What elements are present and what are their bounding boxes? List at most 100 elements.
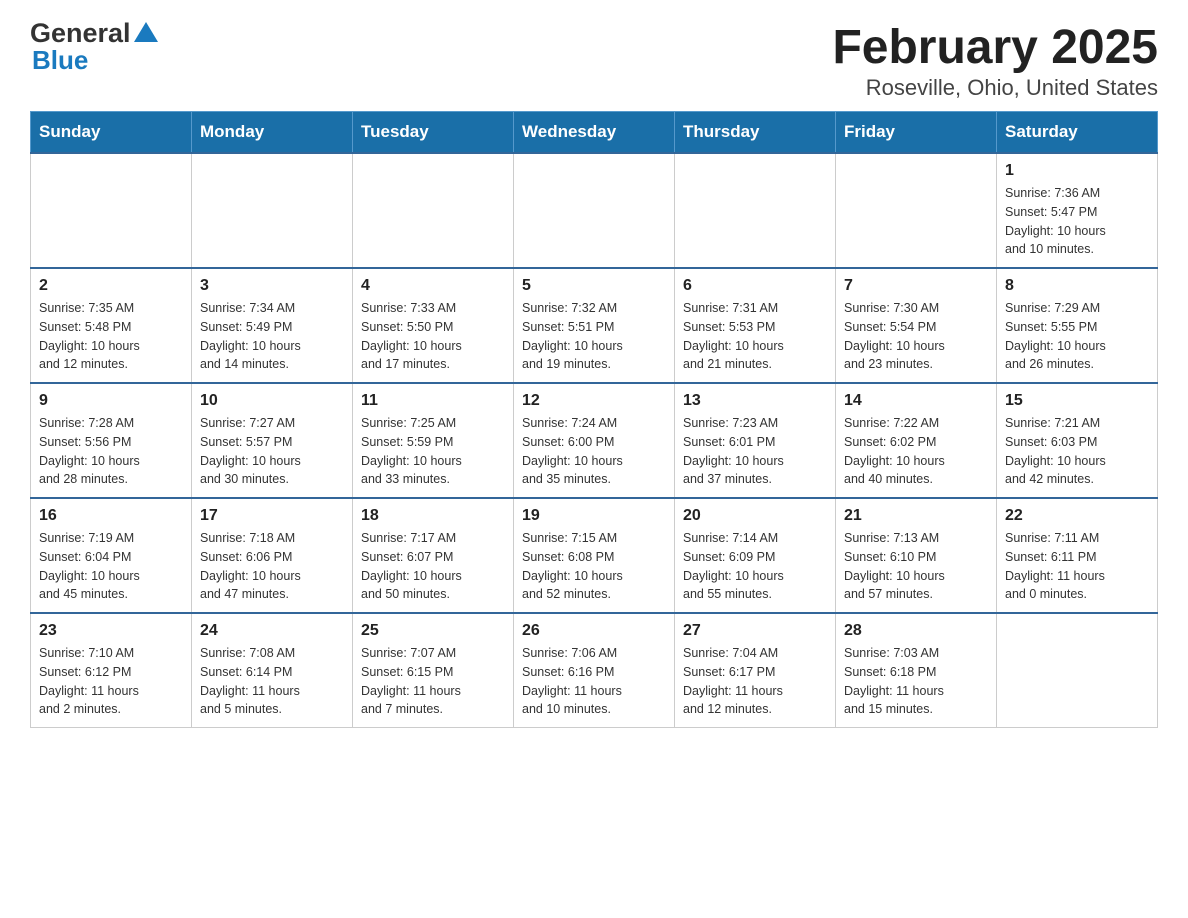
calendar-day-cell: 28Sunrise: 7:03 AM Sunset: 6:18 PM Dayli… (836, 613, 997, 728)
day-info: Sunrise: 7:13 AM Sunset: 6:10 PM Dayligh… (844, 529, 988, 604)
day-info: Sunrise: 7:10 AM Sunset: 6:12 PM Dayligh… (39, 644, 183, 719)
calendar-day-cell (192, 153, 353, 268)
day-info: Sunrise: 7:32 AM Sunset: 5:51 PM Dayligh… (522, 299, 666, 374)
day-info: Sunrise: 7:22 AM Sunset: 6:02 PM Dayligh… (844, 414, 988, 489)
day-info: Sunrise: 7:34 AM Sunset: 5:49 PM Dayligh… (200, 299, 344, 374)
calendar-day-cell (31, 153, 192, 268)
day-number: 16 (39, 507, 183, 525)
day-info: Sunrise: 7:07 AM Sunset: 6:15 PM Dayligh… (361, 644, 505, 719)
day-number: 7 (844, 277, 988, 295)
day-info: Sunrise: 7:04 AM Sunset: 6:17 PM Dayligh… (683, 644, 827, 719)
day-number: 13 (683, 392, 827, 410)
calendar-day-cell: 11Sunrise: 7:25 AM Sunset: 5:59 PM Dayli… (353, 383, 514, 498)
day-info: Sunrise: 7:33 AM Sunset: 5:50 PM Dayligh… (361, 299, 505, 374)
calendar-day-cell: 1 Sunrise: 7:36 AM Sunset: 5:47 PM Daylig… (997, 153, 1158, 268)
calendar-day-cell: 13 Sunrise: 7:23 AM Sunset: 6:01 PM Dayli… (675, 383, 836, 498)
calendar-day-cell: 12Sunrise: 7:24 AM Sunset: 6:00 PM Dayli… (514, 383, 675, 498)
calendar-day-cell: 5 Sunrise: 7:32 AM Sunset: 5:51 PM Daylig… (514, 268, 675, 383)
calendar-day-cell (353, 153, 514, 268)
day-number: 1 (1005, 162, 1149, 180)
calendar-day-cell: 8 Sunrise: 7:29 AM Sunset: 5:55 PM Daylig… (997, 268, 1158, 383)
day-number: 27 (683, 622, 827, 640)
calendar-day-cell: 22Sunrise: 7:11 AM Sunset: 6:11 PM Dayli… (997, 498, 1158, 613)
calendar-week-3: 9Sunrise: 7:28 AM Sunset: 5:56 PM Daylig… (31, 383, 1158, 498)
page-header: General Blue February 2025 Roseville, Oh… (30, 20, 1158, 101)
title-block: February 2025 Roseville, Ohio, United St… (832, 20, 1158, 101)
calendar-day-cell: 15 Sunrise: 7:21 AM Sunset: 6:03 PM Dayli… (997, 383, 1158, 498)
calendar-header-wednesday: Wednesday (514, 112, 675, 154)
day-info: Sunrise: 7:21 AM Sunset: 6:03 PM Dayligh… (1005, 414, 1149, 489)
day-info: Sunrise: 7:29 AM Sunset: 5:55 PM Dayligh… (1005, 299, 1149, 374)
calendar-week-2: 2 Sunrise: 7:35 AM Sunset: 5:48 PM Daylig… (31, 268, 1158, 383)
day-info: Sunrise: 7:14 AM Sunset: 6:09 PM Dayligh… (683, 529, 827, 604)
day-info: Sunrise: 7:36 AM Sunset: 5:47 PM Dayligh… (1005, 184, 1149, 259)
logo-general-text: General (30, 20, 131, 47)
calendar-header-row: SundayMondayTuesdayWednesdayThursdayFrid… (31, 112, 1158, 154)
day-info: Sunrise: 7:17 AM Sunset: 6:07 PM Dayligh… (361, 529, 505, 604)
calendar-day-cell: 16 Sunrise: 7:19 AM Sunset: 6:04 PM Dayli… (31, 498, 192, 613)
day-number: 23 (39, 622, 183, 640)
calendar-header-monday: Monday (192, 112, 353, 154)
calendar-week-1: 1 Sunrise: 7:36 AM Sunset: 5:47 PM Daylig… (31, 153, 1158, 268)
day-number: 9 (39, 392, 183, 410)
day-number: 18 (361, 507, 505, 525)
calendar-day-cell: 23 Sunrise: 7:10 AM Sunset: 6:12 PM Dayli… (31, 613, 192, 728)
calendar-day-cell (514, 153, 675, 268)
day-info: Sunrise: 7:08 AM Sunset: 6:14 PM Dayligh… (200, 644, 344, 719)
day-info: Sunrise: 7:15 AM Sunset: 6:08 PM Dayligh… (522, 529, 666, 604)
calendar-day-cell: 24 Sunrise: 7:08 AM Sunset: 6:14 PM Dayli… (192, 613, 353, 728)
day-number: 17 (200, 507, 344, 525)
day-number: 6 (683, 277, 827, 295)
day-info: Sunrise: 7:35 AM Sunset: 5:48 PM Dayligh… (39, 299, 183, 374)
calendar-day-cell (997, 613, 1158, 728)
calendar-day-cell: 25Sunrise: 7:07 AM Sunset: 6:15 PM Dayli… (353, 613, 514, 728)
logo: General Blue (30, 20, 158, 73)
calendar-day-cell: 10 Sunrise: 7:27 AM Sunset: 5:57 PM Dayli… (192, 383, 353, 498)
page-title: February 2025 (832, 20, 1158, 75)
calendar-day-cell: 18 Sunrise: 7:17 AM Sunset: 6:07 PM Dayli… (353, 498, 514, 613)
day-info: Sunrise: 7:31 AM Sunset: 5:53 PM Dayligh… (683, 299, 827, 374)
day-number: 22 (1005, 507, 1149, 525)
calendar-header-saturday: Saturday (997, 112, 1158, 154)
day-info: Sunrise: 7:25 AM Sunset: 5:59 PM Dayligh… (361, 414, 505, 489)
calendar-day-cell (836, 153, 997, 268)
day-info: Sunrise: 7:18 AM Sunset: 6:06 PM Dayligh… (200, 529, 344, 604)
day-number: 12 (522, 392, 666, 410)
calendar-day-cell: 3 Sunrise: 7:34 AM Sunset: 5:49 PM Daylig… (192, 268, 353, 383)
day-number: 14 (844, 392, 988, 410)
calendar-day-cell: 9Sunrise: 7:28 AM Sunset: 5:56 PM Daylig… (31, 383, 192, 498)
calendar-day-cell: 20 Sunrise: 7:14 AM Sunset: 6:09 PM Dayli… (675, 498, 836, 613)
day-info: Sunrise: 7:03 AM Sunset: 6:18 PM Dayligh… (844, 644, 988, 719)
day-number: 19 (522, 507, 666, 525)
day-number: 10 (200, 392, 344, 410)
calendar-day-cell: 21 Sunrise: 7:13 AM Sunset: 6:10 PM Dayli… (836, 498, 997, 613)
calendar-header-sunday: Sunday (31, 112, 192, 154)
calendar-day-cell: 19 Sunrise: 7:15 AM Sunset: 6:08 PM Dayli… (514, 498, 675, 613)
calendar-header-tuesday: Tuesday (353, 112, 514, 154)
day-number: 5 (522, 277, 666, 295)
day-info: Sunrise: 7:06 AM Sunset: 6:16 PM Dayligh… (522, 644, 666, 719)
calendar-week-4: 16 Sunrise: 7:19 AM Sunset: 6:04 PM Dayli… (31, 498, 1158, 613)
calendar-day-cell: 2 Sunrise: 7:35 AM Sunset: 5:48 PM Daylig… (31, 268, 192, 383)
day-info: Sunrise: 7:30 AM Sunset: 5:54 PM Dayligh… (844, 299, 988, 374)
day-info: Sunrise: 7:23 AM Sunset: 6:01 PM Dayligh… (683, 414, 827, 489)
day-info: Sunrise: 7:27 AM Sunset: 5:57 PM Dayligh… (200, 414, 344, 489)
logo-triangle-icon (134, 22, 158, 42)
logo-blue-text: Blue (32, 47, 158, 73)
calendar-day-cell: 26Sunrise: 7:06 AM Sunset: 6:16 PM Dayli… (514, 613, 675, 728)
calendar-table: SundayMondayTuesdayWednesdayThursdayFrid… (30, 111, 1158, 728)
calendar-day-cell: 27 Sunrise: 7:04 AM Sunset: 6:17 PM Dayli… (675, 613, 836, 728)
day-number: 3 (200, 277, 344, 295)
calendar-day-cell: 14 Sunrise: 7:22 AM Sunset: 6:02 PM Dayli… (836, 383, 997, 498)
day-number: 15 (1005, 392, 1149, 410)
calendar-day-cell (675, 153, 836, 268)
day-number: 20 (683, 507, 827, 525)
day-info: Sunrise: 7:19 AM Sunset: 6:04 PM Dayligh… (39, 529, 183, 604)
day-number: 4 (361, 277, 505, 295)
calendar-header-thursday: Thursday (675, 112, 836, 154)
day-number: 21 (844, 507, 988, 525)
calendar-day-cell: 7 Sunrise: 7:30 AM Sunset: 5:54 PM Daylig… (836, 268, 997, 383)
day-number: 2 (39, 277, 183, 295)
day-number: 8 (1005, 277, 1149, 295)
day-number: 24 (200, 622, 344, 640)
